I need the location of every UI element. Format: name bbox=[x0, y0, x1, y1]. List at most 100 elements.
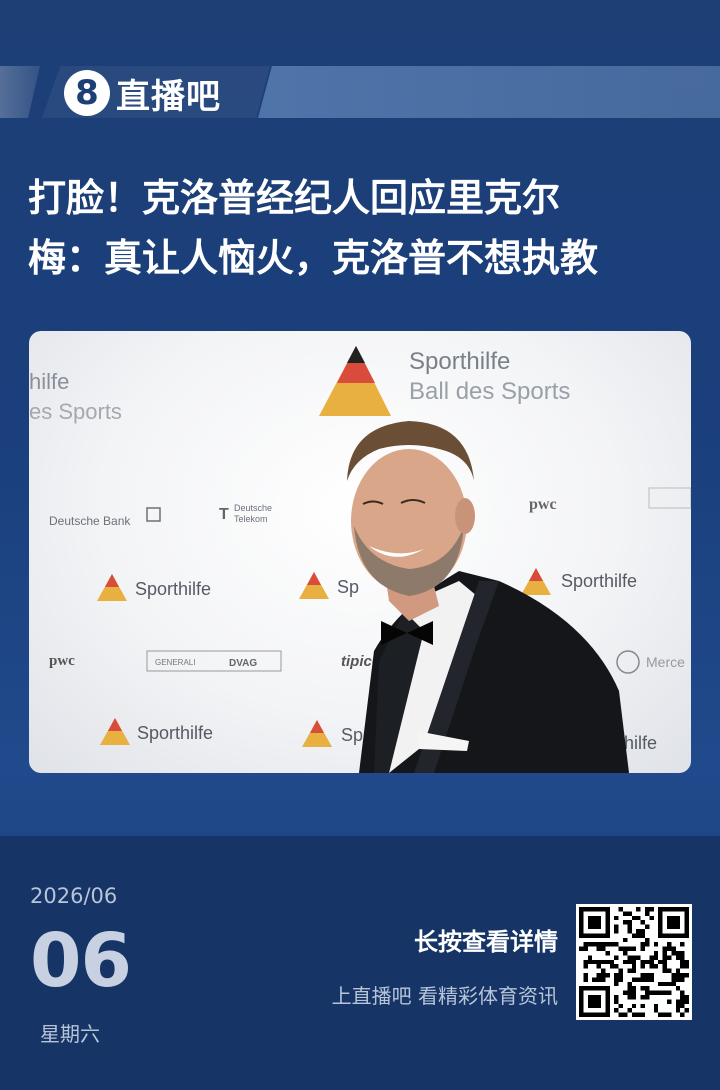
qr-module bbox=[658, 981, 663, 987]
qr-module bbox=[618, 907, 623, 912]
qr-module bbox=[667, 968, 672, 973]
qr-module bbox=[601, 946, 606, 951]
article-photo: Sporthilfe Ball des Sports hilfe es Spor… bbox=[29, 331, 691, 773]
mercedes-star-icon bbox=[616, 650, 640, 674]
qr-module bbox=[667, 955, 672, 960]
date-day: 06 bbox=[30, 918, 132, 1004]
headline-line-1: 打脸！克洛普经纪人回应里克尔 bbox=[28, 176, 561, 220]
backdrop-telekom-2: Telekom bbox=[234, 514, 268, 524]
qr-module bbox=[631, 933, 637, 938]
qr-module bbox=[649, 955, 654, 960]
qr-module bbox=[618, 973, 623, 978]
qr-module bbox=[596, 942, 601, 947]
brand-stripe-right bbox=[258, 66, 720, 118]
sporthilfe-logo-2 bbox=[299, 572, 329, 599]
backdrop-deutsche-bank: Deutsche Bank bbox=[49, 514, 131, 528]
qr-module bbox=[680, 1003, 685, 1009]
qr-module bbox=[631, 964, 637, 969]
qr-module bbox=[640, 977, 645, 982]
qr-module bbox=[667, 999, 672, 1004]
qr-module bbox=[614, 973, 619, 978]
qr-module bbox=[645, 907, 650, 912]
qr-module bbox=[614, 995, 619, 1000]
qr-module bbox=[618, 968, 623, 973]
qr-module bbox=[662, 959, 667, 965]
qr-module bbox=[609, 964, 615, 969]
qr-module bbox=[583, 977, 588, 982]
sporthilfe-logo-3 bbox=[521, 568, 551, 595]
qr-module bbox=[623, 959, 628, 965]
qr-module bbox=[627, 1008, 632, 1013]
qr-module bbox=[680, 1012, 685, 1017]
qr-module bbox=[640, 964, 645, 969]
qr-module bbox=[601, 977, 606, 982]
qr-module bbox=[680, 973, 685, 978]
qr-module bbox=[614, 981, 619, 987]
qr-module bbox=[645, 937, 650, 943]
qr-module bbox=[680, 990, 685, 995]
qr-code-icon[interactable] bbox=[576, 904, 692, 1020]
qr-module bbox=[601, 959, 606, 965]
qr-module bbox=[653, 990, 659, 995]
qr-module bbox=[649, 977, 654, 982]
qr-module bbox=[653, 951, 659, 956]
qr-module bbox=[636, 955, 641, 960]
cta-subtitle: 上直播吧 看精彩体育资讯 bbox=[331, 984, 558, 1008]
qr-module bbox=[653, 955, 659, 960]
backdrop-mercedes: Merce bbox=[646, 654, 685, 670]
qr-module bbox=[583, 942, 588, 947]
qr-module bbox=[596, 959, 601, 965]
qr-module bbox=[605, 951, 610, 956]
qr-module bbox=[618, 1003, 623, 1009]
qr-module bbox=[601, 973, 606, 978]
qr-module bbox=[675, 999, 681, 1004]
qr-module bbox=[645, 973, 650, 978]
qr-module bbox=[675, 973, 681, 978]
qr-module bbox=[675, 977, 681, 982]
backdrop-sporthilfe-2: Sporthilfe bbox=[135, 579, 211, 599]
qr-module bbox=[627, 995, 632, 1000]
qr-module bbox=[636, 915, 641, 921]
qr-module bbox=[684, 999, 689, 1004]
logo-8-icon: 8 bbox=[64, 70, 110, 116]
qr-module bbox=[587, 959, 593, 965]
qr-module bbox=[684, 1008, 689, 1013]
qr-module bbox=[614, 915, 619, 921]
qr-module bbox=[596, 977, 601, 982]
qr-module bbox=[587, 995, 601, 1009]
backdrop-pwc-1: pwc bbox=[529, 496, 557, 513]
qr-module bbox=[653, 1008, 659, 1013]
brand-stripe-left bbox=[0, 66, 40, 118]
qr-module bbox=[605, 942, 610, 947]
qr-module bbox=[631, 968, 637, 973]
qr-module bbox=[649, 990, 654, 995]
telekom-t-icon: T bbox=[219, 506, 229, 523]
qr-module bbox=[640, 1003, 645, 1009]
qr-module bbox=[675, 968, 681, 973]
qr-module bbox=[640, 920, 645, 925]
qr-module bbox=[671, 977, 676, 982]
qr-module bbox=[680, 955, 685, 960]
qr-module bbox=[631, 995, 637, 1000]
sporthilfe-logo-4 bbox=[100, 718, 130, 745]
backdrop-sporthilfe-title: Sporthilfe bbox=[409, 348, 510, 375]
qr-module bbox=[623, 946, 628, 951]
qr-module bbox=[680, 977, 685, 982]
qr-module bbox=[614, 942, 619, 947]
article-headline: 打脸！克洛普经纪人回应里克尔 梅：真让人恼火，克洛普不想执教 bbox=[28, 168, 688, 288]
qr-module bbox=[627, 990, 632, 995]
qr-module bbox=[601, 968, 606, 973]
qr-module bbox=[649, 964, 654, 969]
qr-module bbox=[583, 973, 588, 978]
qr-module bbox=[658, 990, 663, 995]
qr-module bbox=[636, 977, 641, 982]
qr-module bbox=[645, 986, 650, 991]
brand-logo[interactable]: 8 直播吧 bbox=[64, 70, 221, 117]
qr-module bbox=[680, 951, 685, 956]
qr-module bbox=[667, 990, 672, 995]
qr-module bbox=[618, 946, 623, 951]
backdrop-ball-des-sports: Ball des Sports bbox=[409, 378, 570, 405]
qr-module bbox=[614, 977, 619, 982]
qr-module bbox=[680, 995, 685, 1000]
qr-module bbox=[662, 946, 667, 951]
